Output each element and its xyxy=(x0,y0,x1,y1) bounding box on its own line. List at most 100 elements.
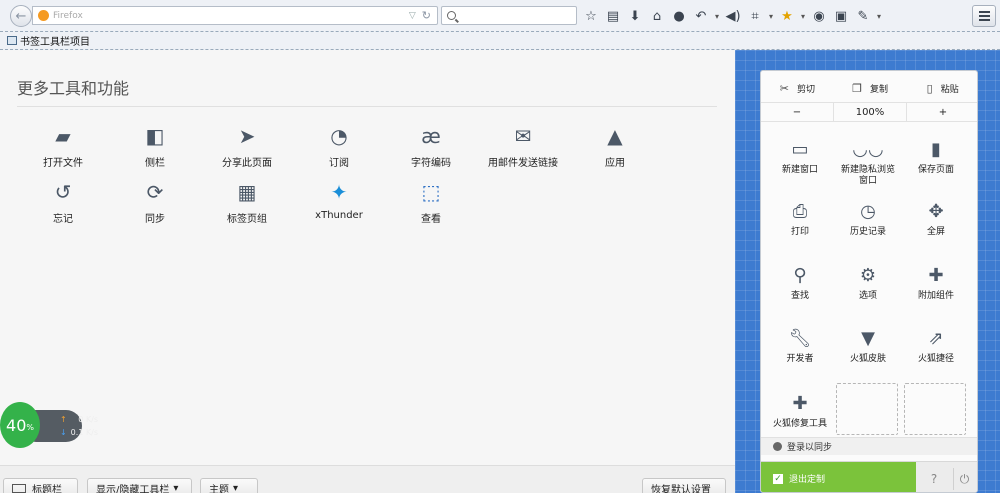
share-icon: ➤ xyxy=(238,124,256,148)
tool-character-encoding[interactable]: æ 字符编码 xyxy=(385,123,477,173)
tab-groups-icon: ▦ xyxy=(237,180,257,204)
history-button[interactable]: ◷ 历史记录 xyxy=(835,199,901,257)
history-icon: ◷ xyxy=(860,200,876,222)
addon-icon[interactable]: ★ xyxy=(776,5,798,27)
crop-icon[interactable]: ⌗ xyxy=(744,5,766,27)
new-private-window-button[interactable]: ◡◡ 新建隐私浏览 窗口 xyxy=(835,137,901,195)
rocket-icon: ▲ xyxy=(607,124,623,148)
star-icon[interactable]: ☆ xyxy=(580,5,602,27)
bookmarks-toolbar: 书签工具栏项目 xyxy=(0,32,1000,50)
firefox-repair-tool-button[interactable]: ✚ 火狐修复工具 xyxy=(767,391,833,431)
reload-icon[interactable]: ↻ xyxy=(422,9,431,22)
copy-button[interactable]: ❐ 复制 xyxy=(834,79,907,97)
reading-list-icon[interactable]: ▤ xyxy=(602,5,624,27)
help-button[interactable]: ? xyxy=(923,468,945,490)
download-speed: 0.1 xyxy=(70,428,84,437)
forget-icon: ↺ xyxy=(54,180,72,204)
title-bar-button[interactable]: 标题栏 xyxy=(3,478,78,493)
zoom-in-button[interactable]: + xyxy=(907,103,977,121)
reply-dropdown-icon[interactable]: ▾ xyxy=(712,5,722,27)
folder-icon: ▰ xyxy=(55,124,71,148)
save-page-button[interactable]: ▮ 保存页面 xyxy=(903,137,969,195)
restore-defaults-button[interactable]: 恢复默认设置 xyxy=(642,478,726,493)
percent-sign: % xyxy=(26,422,34,432)
mask-icon: ◡◡ xyxy=(852,138,884,160)
crop-dropdown-icon[interactable]: ▾ xyxy=(766,5,776,27)
edit-controls: ✂ 剪切 ❐ 复制 ▯ 粘贴 xyxy=(761,79,977,97)
cut-button[interactable]: ✂ 剪切 xyxy=(761,79,834,97)
zoom-controls: − 100% + xyxy=(761,102,977,122)
sign-in-sync-button[interactable]: 登录以同步 xyxy=(761,437,977,455)
search-icon xyxy=(447,11,456,20)
shortcut-icon: ⇗ xyxy=(928,327,944,349)
empty-slot[interactable] xyxy=(904,383,966,435)
pen-icon[interactable]: ✎ xyxy=(852,5,874,27)
bookmarks-toolbar-items[interactable]: 书签工具栏项目 xyxy=(20,33,90,48)
download-icon[interactable]: ⬇ xyxy=(624,5,646,27)
tool-email-link[interactable]: ✉ 用邮件发送链接 xyxy=(477,123,569,173)
upload-speed: 0 xyxy=(78,415,84,424)
navigation-toolbar: ← Firefox ▽ ↻ ☆ ▤ ⬇ ⌂ ● ↶ ▾ ◀) ⌗ ▾ ★ ▾ ◉… xyxy=(0,0,1000,32)
network-speed-widget[interactable]: ↑ 0 K/s ↓ 0.1 K/s 40% xyxy=(0,402,98,448)
tool-subscribe[interactable]: ◔ 订阅 xyxy=(293,123,385,173)
options-button[interactable]: ⚙ 选项 xyxy=(835,263,901,321)
firefox-shortcut-button[interactable]: ⇗ 火狐捷径 xyxy=(903,326,969,384)
find-button[interactable]: ⚲ 查找 xyxy=(767,263,833,321)
new-window-button[interactable]: ▭ 新建窗口 xyxy=(767,137,833,195)
copy-icon: ❐ xyxy=(852,81,862,95)
speech-icon[interactable]: ◉ xyxy=(808,5,830,27)
hamburger-menu-button[interactable] xyxy=(972,5,996,27)
firefox-skins-button[interactable]: ▼ 火狐皮肤 xyxy=(835,326,901,384)
url-bar[interactable]: Firefox ▽ ↻ xyxy=(32,6,438,25)
tool-xthunder[interactable]: ✦ xThunder xyxy=(293,179,385,229)
themes-dropdown-button[interactable]: 主题 ▾ xyxy=(200,478,258,493)
back-button[interactable]: ← xyxy=(10,5,32,27)
toolbars-dropdown-button[interactable]: 显示/隐藏工具栏 ▾ xyxy=(87,478,192,493)
tool-share-page[interactable]: ➤ 分享此页面 xyxy=(201,123,293,173)
sidebar-icon: ◧ xyxy=(145,124,165,148)
puzzle-icon: ✚ xyxy=(928,264,944,286)
shirt-icon: ▼ xyxy=(861,327,875,349)
addons-button[interactable]: ✚ 附加组件 xyxy=(903,263,969,321)
find-icon: ⚲ xyxy=(793,264,807,286)
print-icon: ⎙ xyxy=(792,200,808,222)
tool-forget[interactable]: ↺ 忘记 xyxy=(17,179,109,229)
download-unit: K/s xyxy=(85,428,98,437)
tool-open-file[interactable]: ▰ 打开文件 xyxy=(17,123,109,173)
bookmarks-icon xyxy=(7,36,17,45)
tool-apps[interactable]: ▲ 应用 xyxy=(569,123,661,173)
fullscreen-button[interactable]: ✥ 全屏 xyxy=(903,199,969,257)
firefox-favicon-icon xyxy=(38,10,49,21)
zoom-out-button[interactable]: − xyxy=(761,103,833,121)
tool-sync[interactable]: ⟳ 同步 xyxy=(109,179,201,229)
volume-icon[interactable]: ◀) xyxy=(722,5,744,27)
tool-view[interactable]: ⬚ 查看 xyxy=(385,179,477,229)
view-icon: ⬚ xyxy=(421,180,441,204)
zoom-reset-button[interactable]: 100% xyxy=(833,103,907,121)
encoding-icon: æ xyxy=(421,124,441,148)
reply-icon[interactable]: ↶ xyxy=(690,5,712,27)
search-input[interactable] xyxy=(441,6,577,25)
quit-button[interactable]: ⏻ xyxy=(953,468,975,490)
url-placeholder: Firefox xyxy=(53,10,83,21)
url-dropdown-icon[interactable]: ▽ xyxy=(409,11,416,21)
exit-customize-button[interactable]: ✓ 退出定制 xyxy=(761,462,916,492)
addon-dropdown-icon[interactable]: ▾ xyxy=(798,5,808,27)
wrench-icon: 🔧︎ xyxy=(788,327,812,349)
tool-sidebar[interactable]: ◧ 侧栏 xyxy=(109,123,201,173)
screenshot-icon[interactable]: ▣ xyxy=(830,5,852,27)
toolbar-icons: ☆ ▤ ⬇ ⌂ ● ↶ ▾ ◀) ⌗ ▾ ★ ▾ ◉ ▣ ✎ ▾ xyxy=(580,5,884,27)
home-icon[interactable]: ⌂ xyxy=(646,5,668,27)
empty-slot[interactable] xyxy=(836,383,898,435)
paste-button[interactable]: ▯ 粘贴 xyxy=(906,79,977,97)
back-arrow-icon: ← xyxy=(15,8,27,24)
chat-icon[interactable]: ● xyxy=(668,5,690,27)
memory-percent: 40 xyxy=(6,415,27,435)
menu-panel: ✂ 剪切 ❐ 复制 ▯ 粘贴 − 100% + ▭ 新建窗口 ◡◡ 新建隐私浏览… xyxy=(760,70,978,493)
pen-dropdown-icon[interactable]: ▾ xyxy=(874,5,884,27)
upload-arrow-icon: ↑ xyxy=(60,415,67,424)
chevron-down-icon: ▾ xyxy=(233,482,239,493)
tool-tab-groups[interactable]: ▦ 标签页组 xyxy=(201,179,293,229)
developer-button[interactable]: 🔧︎ 开发者 xyxy=(767,326,833,384)
print-button[interactable]: ⎙ 打印 xyxy=(767,199,833,257)
